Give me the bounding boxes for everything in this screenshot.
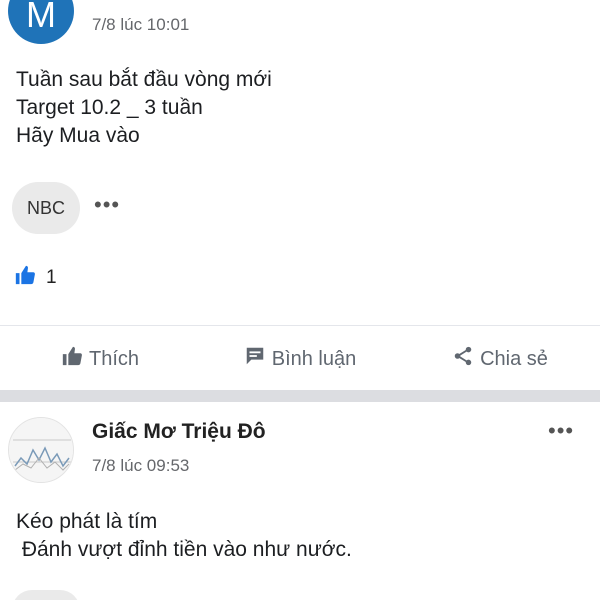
- divider: [0, 325, 600, 326]
- post-line: Target 10.2 _ 3 tuần: [16, 96, 203, 119]
- post-timestamp[interactable]: 7/8 lúc 10:01: [92, 15, 189, 35]
- thumbs-up-icon: [61, 345, 83, 373]
- comment-icon: [244, 345, 266, 373]
- post-separator: [0, 390, 600, 402]
- share-button[interactable]: Chia sẻ: [400, 336, 600, 382]
- post-action-bar: Thích Bình luận Chia sẻ: [0, 336, 600, 382]
- share-icon: [452, 345, 474, 373]
- post-line: Kéo phát là tím: [16, 510, 158, 533]
- chart-thumbnail-icon: [9, 418, 73, 482]
- post-body: Kéo phát là tím Đánh vượt đỉnh tiền vào …: [16, 508, 352, 564]
- like-button[interactable]: Thích: [0, 336, 200, 382]
- post-timestamp[interactable]: 7/8 lúc 09:53: [92, 456, 189, 476]
- reaction-summary[interactable]: 1: [14, 264, 57, 291]
- author-avatar[interactable]: [8, 417, 74, 483]
- author-avatar[interactable]: M: [8, 0, 74, 44]
- like-count: 1: [46, 266, 57, 288]
- comment-button[interactable]: Bình luận: [200, 336, 400, 382]
- like-reaction-icon: [14, 264, 36, 291]
- like-label: Thích: [88, 347, 140, 370]
- post-line: Đánh vượt đỉnh tiền vào như nước.: [16, 538, 352, 561]
- post-line: Hãy Mua vào: [16, 124, 140, 147]
- stock-tag-chip[interactable]: NBC: [12, 182, 80, 234]
- avatar-letter: M: [26, 0, 56, 35]
- stock-tag-chip-cropped[interactable]: [12, 590, 80, 600]
- post-options-button[interactable]: •••: [548, 418, 574, 444]
- tag-more-button[interactable]: •••: [94, 192, 120, 218]
- comment-label: Bình luận: [271, 347, 357, 370]
- post-line: Tuần sau bắt đầu vòng mới: [16, 68, 272, 91]
- share-label: Chia sẻ: [480, 347, 548, 370]
- post-body: Tuần sau bắt đầu vòng mới Target 10.2 _ …: [16, 66, 272, 150]
- author-name[interactable]: Giấc Mơ Triệu Đô: [92, 420, 266, 444]
